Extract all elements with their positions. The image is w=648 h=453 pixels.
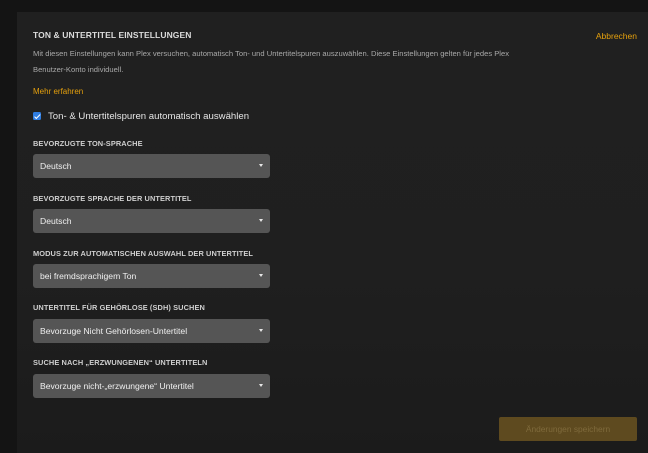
chevron-down-icon xyxy=(259,219,263,222)
chevron-down-icon xyxy=(259,329,263,332)
audio-language-select[interactable]: Deutsch xyxy=(33,154,270,178)
subtitle-mode-value: bei fremdsprachigem Ton xyxy=(40,271,137,281)
sdh-subtitles-value: Bevorzuge Nicht Gehörlosen-Untertitel xyxy=(40,326,188,336)
subtitle-language-value: Deutsch xyxy=(40,216,72,226)
subtitle-language-select[interactable]: Deutsch xyxy=(33,209,270,233)
save-changes-button[interactable]: Änderungen speichern xyxy=(499,417,637,441)
learn-more-link[interactable]: Mehr erfahren xyxy=(33,87,83,96)
subtitle-language-label: BEVORZUGTE SPRACHE DER UNTERTITEL xyxy=(33,194,192,203)
auto-select-checkbox[interactable] xyxy=(33,112,41,120)
section-description: Mit diesen Einstellungen kann Plex versu… xyxy=(33,46,593,78)
save-changes-label: Änderungen speichern xyxy=(525,424,611,434)
audio-language-label: BEVORZUGTE TON-SPRACHE xyxy=(33,139,143,148)
description-line-2: Benutzer-Konto individuell. xyxy=(33,65,124,74)
chevron-down-icon xyxy=(259,164,263,167)
subtitle-mode-label: MODUS ZUR AUTOMATISCHEN AUSWAHL DER UNTE… xyxy=(33,249,254,258)
chevron-down-icon xyxy=(259,384,263,387)
auto-select-label[interactable]: Ton- & Untertitelspuren automatisch ausw… xyxy=(48,111,249,122)
subtitle-mode-select[interactable]: bei fremdsprachigem Ton xyxy=(33,264,270,288)
sdh-subtitles-select[interactable]: Bevorzuge Nicht Gehörlosen-Untertitel xyxy=(33,319,270,343)
forced-subtitles-select[interactable]: Bevorzuge nicht-„erzwungene“ Untertitel xyxy=(33,374,270,398)
forced-subtitles-value: Bevorzuge nicht-„erzwungene“ Untertitel xyxy=(40,381,194,391)
chevron-down-icon xyxy=(259,274,263,277)
settings-panel: TON & UNTERTITEL EINSTELLUNGEN Abbrechen… xyxy=(17,12,648,453)
sdh-subtitles-label: UNTERTITEL FÜR GEHÖRLOSE (SDH) SUCHEN xyxy=(33,303,205,312)
description-line-1: Mit diesen Einstellungen kann Plex versu… xyxy=(33,49,510,58)
cancel-link[interactable]: Abbrechen xyxy=(596,31,637,41)
section-title: TON & UNTERTITEL EINSTELLUNGEN xyxy=(33,30,192,40)
forced-subtitles-label: SUCHE NACH „ERZWUNGENEN“ UNTERTITELN xyxy=(33,358,208,367)
auto-select-checkbox-row[interactable]: Ton- & Untertitelspuren automatisch ausw… xyxy=(33,109,249,123)
audio-language-value: Deutsch xyxy=(40,161,72,171)
